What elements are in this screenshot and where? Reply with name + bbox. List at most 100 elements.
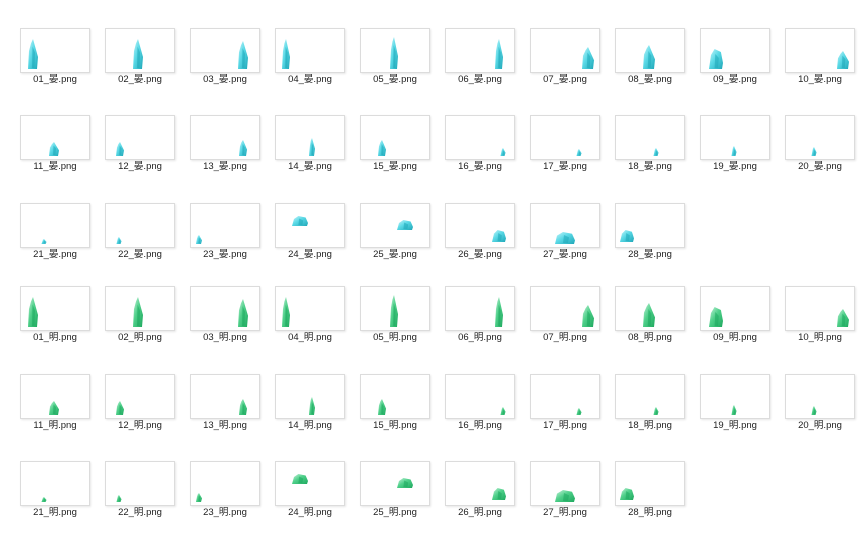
file-thumbnail[interactable] <box>785 115 855 160</box>
file-thumbnail[interactable] <box>785 28 855 73</box>
file-thumbnail[interactable] <box>105 286 175 331</box>
file-thumbnail[interactable] <box>700 286 770 331</box>
file-tile[interactable]: 25_明.png <box>352 461 430 523</box>
file-thumbnail[interactable] <box>105 374 175 419</box>
file-tile[interactable]: 22_明.png <box>97 461 175 523</box>
file-tile[interactable]: 10_晏.png <box>777 28 855 90</box>
file-tile[interactable]: 14_明.png <box>267 374 345 436</box>
file-tile[interactable]: 12_明.png <box>97 374 175 436</box>
file-thumbnail[interactable] <box>615 28 685 73</box>
file-tile[interactable]: 05_晏.png <box>352 28 430 90</box>
file-thumbnail[interactable] <box>190 28 260 73</box>
file-tile[interactable]: 24_晏.png <box>267 203 345 265</box>
file-thumbnail[interactable] <box>615 461 685 506</box>
file-tile[interactable]: 12_晏.png <box>97 115 175 177</box>
file-tile[interactable]: 20_晏.png <box>777 115 855 177</box>
file-thumbnail[interactable] <box>445 28 515 73</box>
file-thumbnail[interactable] <box>445 115 515 160</box>
file-thumbnail[interactable] <box>530 461 600 506</box>
file-thumbnail[interactable] <box>275 286 345 331</box>
file-tile[interactable]: 08_晏.png <box>607 28 685 90</box>
file-thumbnail[interactable] <box>615 374 685 419</box>
file-tile[interactable]: 07_晏.png <box>522 28 600 90</box>
file-thumbnail[interactable] <box>275 28 345 73</box>
file-thumbnail[interactable] <box>700 115 770 160</box>
file-thumbnail[interactable] <box>360 374 430 419</box>
file-tile[interactable]: 10_明.png <box>777 286 855 348</box>
file-thumbnail[interactable] <box>105 115 175 160</box>
file-tile[interactable]: 25_晏.png <box>352 203 430 265</box>
file-tile[interactable]: 13_晏.png <box>182 115 260 177</box>
file-tile[interactable]: 28_晏.png <box>607 203 685 265</box>
file-tile[interactable]: 06_晏.png <box>437 28 515 90</box>
file-tile[interactable]: 03_晏.png <box>182 28 260 90</box>
file-thumbnail[interactable] <box>190 203 260 248</box>
file-tile[interactable]: 22_晏.png <box>97 203 175 265</box>
file-tile[interactable]: 21_明.png <box>12 461 90 523</box>
file-thumbnail[interactable] <box>530 374 600 419</box>
file-tile[interactable]: 19_明.png <box>692 374 770 436</box>
file-thumbnail[interactable] <box>20 203 90 248</box>
file-tile[interactable]: 19_晏.png <box>692 115 770 177</box>
file-tile[interactable]: 21_晏.png <box>12 203 90 265</box>
file-tile[interactable]: 17_明.png <box>522 374 600 436</box>
file-thumbnail[interactable] <box>20 374 90 419</box>
file-thumbnail[interactable] <box>275 374 345 419</box>
file-tile[interactable]: 17_晏.png <box>522 115 600 177</box>
file-tile[interactable]: 28_明.png <box>607 461 685 523</box>
file-thumbnail[interactable] <box>275 203 345 248</box>
file-thumbnail[interactable] <box>445 203 515 248</box>
file-tile[interactable]: 27_明.png <box>522 461 600 523</box>
file-thumbnail[interactable] <box>445 461 515 506</box>
file-tile[interactable]: 23_晏.png <box>182 203 260 265</box>
file-tile[interactable]: 01_晏.png <box>12 28 90 90</box>
file-tile[interactable]: 11_明.png <box>12 374 90 436</box>
file-tile[interactable]: 07_明.png <box>522 286 600 348</box>
file-thumbnail[interactable] <box>700 374 770 419</box>
file-thumbnail[interactable] <box>360 28 430 73</box>
file-tile[interactable]: 04_明.png <box>267 286 345 348</box>
file-thumbnail[interactable] <box>785 286 855 331</box>
file-tile[interactable]: 15_晏.png <box>352 115 430 177</box>
file-thumbnail[interactable] <box>360 115 430 160</box>
file-thumbnail[interactable] <box>275 461 345 506</box>
file-thumbnail[interactable] <box>275 115 345 160</box>
file-tile[interactable]: 06_明.png <box>437 286 515 348</box>
file-thumbnail[interactable] <box>360 461 430 506</box>
file-thumbnail[interactable] <box>105 28 175 73</box>
file-tile[interactable]: 01_明.png <box>12 286 90 348</box>
file-tile[interactable]: 14_晏.png <box>267 115 345 177</box>
file-tile[interactable]: 03_明.png <box>182 286 260 348</box>
file-tile[interactable]: 26_明.png <box>437 461 515 523</box>
file-tile[interactable]: 09_明.png <box>692 286 770 348</box>
file-tile[interactable]: 04_晏.png <box>267 28 345 90</box>
file-tile[interactable]: 23_明.png <box>182 461 260 523</box>
file-tile[interactable]: 11_晏.png <box>12 115 90 177</box>
file-tile[interactable]: 05_明.png <box>352 286 430 348</box>
file-thumbnail[interactable] <box>530 203 600 248</box>
file-tile[interactable]: 20_明.png <box>777 374 855 436</box>
file-thumbnail[interactable] <box>360 286 430 331</box>
file-tile[interactable]: 09_晏.png <box>692 28 770 90</box>
file-thumbnail[interactable] <box>360 203 430 248</box>
file-thumbnail[interactable] <box>20 115 90 160</box>
file-thumbnail[interactable] <box>190 461 260 506</box>
file-thumbnail[interactable] <box>190 286 260 331</box>
file-thumbnail[interactable] <box>20 28 90 73</box>
file-thumbnail[interactable] <box>190 115 260 160</box>
file-thumbnail[interactable] <box>530 115 600 160</box>
file-tile[interactable]: 13_明.png <box>182 374 260 436</box>
file-tile[interactable]: 16_明.png <box>437 374 515 436</box>
file-tile[interactable]: 27_晏.png <box>522 203 600 265</box>
file-tile[interactable]: 26_晏.png <box>437 203 515 265</box>
file-thumbnail[interactable] <box>615 203 685 248</box>
file-tile[interactable]: 16_晏.png <box>437 115 515 177</box>
file-tile[interactable]: 08_明.png <box>607 286 685 348</box>
file-thumbnail[interactable] <box>785 374 855 419</box>
file-tile[interactable]: 02_明.png <box>97 286 175 348</box>
file-thumbnail[interactable] <box>445 286 515 331</box>
file-thumbnail[interactable] <box>20 461 90 506</box>
file-tile[interactable]: 18_晏.png <box>607 115 685 177</box>
file-thumbnail[interactable] <box>105 203 175 248</box>
file-thumbnail[interactable] <box>700 28 770 73</box>
